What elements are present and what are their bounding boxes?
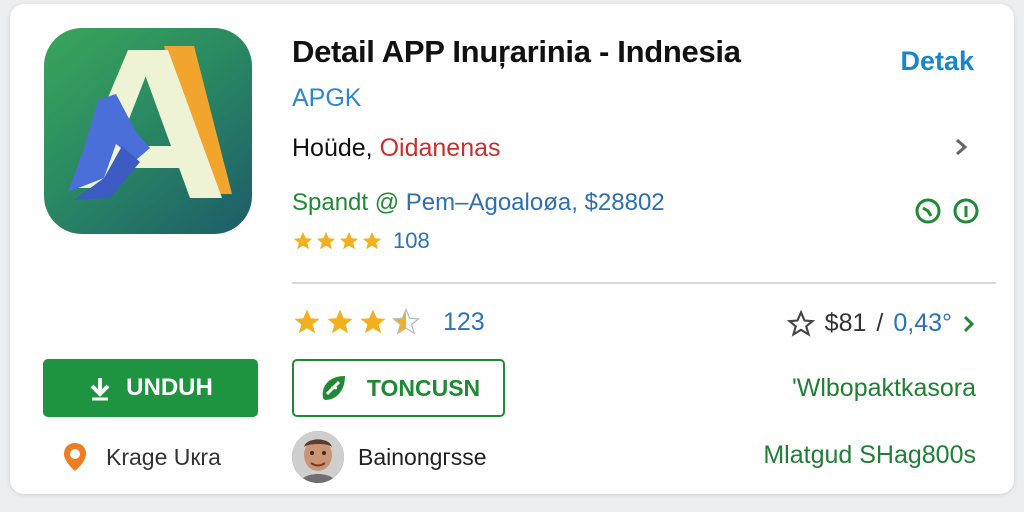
- app-detail-card: Detail APP Inuŗarinia - Indnesia Detak A…: [10, 4, 1014, 494]
- clock-icon[interactable]: [914, 197, 942, 225]
- location-pin-icon: [64, 443, 86, 471]
- developer-name[interactable]: APGK: [292, 84, 361, 113]
- user-row[interactable]: Bainongгsse: [292, 431, 487, 483]
- app-title: Detail APP Inuŗarinia - Indnesia: [292, 34, 741, 69]
- status-icons: [914, 197, 980, 225]
- star-icon: [360, 309, 386, 334]
- rating-count: 123: [443, 307, 485, 336]
- user-name: Bainongгsse: [358, 443, 487, 470]
- chevron-right-icon[interactable]: [962, 314, 976, 334]
- star-outline-icon: [786, 309, 815, 337]
- website-link[interactable]: 'Wlbopaktkasora: [792, 374, 976, 403]
- footer-link[interactable]: Mlatgud SHag800s: [763, 441, 976, 470]
- download-button[interactable]: UNDUH: [43, 359, 258, 417]
- download-button-label: UNDUH: [126, 374, 213, 401]
- star-icon: [294, 309, 320, 334]
- price-row[interactable]: $81 / 0,43°: [786, 309, 976, 338]
- chevron-right-icon[interactable]: [952, 137, 970, 163]
- star-icon: [339, 231, 359, 250]
- info-row: Spandt @ Pem–Agoaloøa, $28802: [292, 189, 665, 217]
- location-row[interactable]: Krage Uкra: [62, 441, 221, 473]
- rating-small: 108: [292, 228, 430, 254]
- price-separator: /: [876, 309, 884, 337]
- category-sub[interactable]: Oidanenas: [380, 134, 501, 162]
- category-main: Hoüde,: [292, 134, 373, 162]
- info-icon[interactable]: [952, 197, 980, 225]
- info-blue-text: Pem–Agoaloøa, $28802: [405, 189, 665, 216]
- star-half-icon: [391, 307, 421, 335]
- price-secondary: 0,43°: [893, 309, 952, 337]
- rating-stars-small: [292, 230, 383, 252]
- star-icon: [362, 231, 382, 250]
- rating-count-small: 108: [393, 228, 430, 253]
- category-row: Hoüde, Oidanenas: [292, 134, 501, 163]
- avatar[interactable]: [292, 431, 344, 483]
- info-green-text: Spandt @: [292, 189, 400, 216]
- secondary-button-label: TONCUSN: [366, 374, 481, 401]
- star-icon: [327, 309, 353, 334]
- rating-big: 123: [292, 307, 485, 337]
- download-arrow-icon: [90, 378, 110, 401]
- detail-link[interactable]: Detak: [900, 46, 974, 77]
- secondary-button[interactable]: TONCUSN: [292, 359, 505, 417]
- app-logo-icon[interactable]: [44, 28, 252, 234]
- divider: [292, 282, 996, 284]
- location-label: Krage Uкra: [106, 443, 221, 470]
- refresh-leaf-icon: [322, 376, 345, 400]
- price-primary: $81: [824, 309, 867, 337]
- rating-stars[interactable]: [292, 307, 421, 337]
- star-icon: [316, 231, 336, 250]
- star-icon: [293, 231, 313, 250]
